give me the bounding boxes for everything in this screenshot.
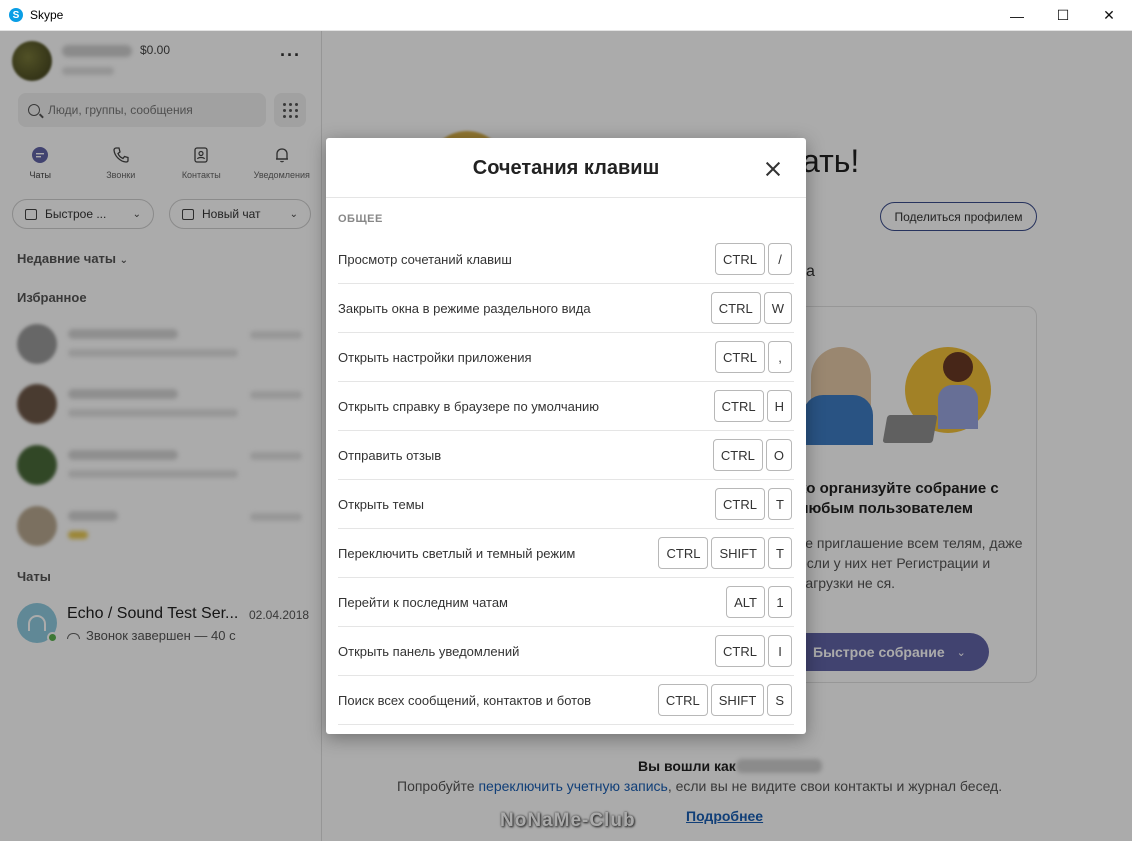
shortcut-label: Просмотр сочетаний клавиш [338,251,512,267]
shortcut-label: Переключить светлый и темный режим [338,545,576,561]
key-cap: CTRL [658,537,709,569]
dialog-title: Сочетания клавиш [472,157,660,179]
window-title: Skype [30,8,64,22]
skype-logo-icon: S [9,8,23,22]
key-cap: CTRL [715,488,765,520]
shortcut-row: Просмотр сочетаний клавиш CTRL / [338,235,794,284]
key-cap: S [767,684,792,716]
key-cap: I [768,635,792,667]
group-label: ОБЩЕЕ [338,213,383,225]
window-controls: — ☐ ✕ [994,0,1132,31]
shortcut-row: Открыть панель уведомлений CTRL I [338,627,794,676]
dialog-body[interactable]: ОБЩЕЕ Просмотр сочетаний клавиш CTRL / Закр… [326,199,806,734]
key-cap: H [766,390,792,422]
shortcut-label: Закрыть окна в режиме раздельного вида [338,300,591,316]
shortcut-list: Просмотр сочетаний клавиш CTRL / Закрыть ок… [338,235,794,725]
shortcut-row: Открыть темы CTRL T [338,480,794,529]
shortcut-keys: CTRL W [710,292,792,324]
shortcut-keys: CTRL, [715,341,792,373]
close-window-button[interactable]: ✕ [1086,0,1132,31]
shortcut-row: Закрыть окна в режиме раздельного вида CT… [338,284,794,333]
close-icon[interactable] [762,158,784,180]
shortcut-row: Поиск всех сообщений, контактов и ботов C… [338,676,794,725]
shortcut-label: Перейти к последним чатам [338,594,508,610]
key-cap: 1 [768,586,792,618]
dialog-header: Сочетания клавиш [326,138,806,198]
shortcut-label: Поиск всех сообщений, контактов и ботов [338,692,592,708]
shortcut-keys: CTRL / [715,243,792,275]
key-cap: CTRL [710,292,761,324]
maximize-button[interactable]: ☐ [1040,0,1086,31]
key-cap: CTRL [657,684,708,716]
key-cap: T [768,537,792,569]
key-cap: SHIFT [710,684,765,716]
shortcut-label: Открыть справку в браузере по умолчанию [338,398,600,414]
key-cap: CTRL [715,635,765,667]
key-cap: CTRL [713,390,764,422]
key-cap: SHIFT [711,537,765,569]
shortcut-keys: CTRL SHIFT S [657,684,792,716]
shortcut-row: Отправить отзыв CTRL O [338,431,794,480]
shortcut-keys: CTRL SHIFT T [658,537,792,569]
key-cap: , [768,341,792,373]
shortcut-row: Переключить светлый и темный режим CTRL SH… [338,529,794,578]
shortcut-keys: ALT 1 [726,586,792,618]
key-cap: ALT [726,586,765,618]
shortcut-keys: CTRL H [713,390,792,422]
shortcuts-dialog: Сочетания клавиш ОБЩЕЕ Просмотр сочетани… [326,138,806,734]
key-cap: T [768,488,792,520]
key-cap: CTRL [715,243,765,275]
key-cap: W [763,292,792,324]
minimize-button[interactable]: — [994,0,1040,31]
shortcut-label: Открыть панель уведомлений [338,643,520,659]
shortcut-label: Открыть настройки приложения [338,349,532,365]
shortcut-label: Отправить отзыв [338,447,442,463]
key-cap: CTRL [715,341,765,373]
shortcut-label: Открыть темы [338,496,424,512]
key-cap: / [768,243,792,275]
shortcut-row: Открыть настройки приложения CTRL, [338,333,794,382]
shortcut-keys: CTRL I [715,635,792,667]
shortcut-keys: CTRL O [712,439,792,471]
shortcut-keys: CTRL T [715,488,792,520]
shortcut-row: Перейти к последним чатам ALT 1 [338,578,794,627]
shortcut-row: Открыть справку в браузере по умолчанию C… [338,382,794,431]
key-cap: O [765,439,792,471]
key-cap: CTRL [712,439,763,471]
title-bar: S Skype — ☐ ✕ [0,0,1132,31]
